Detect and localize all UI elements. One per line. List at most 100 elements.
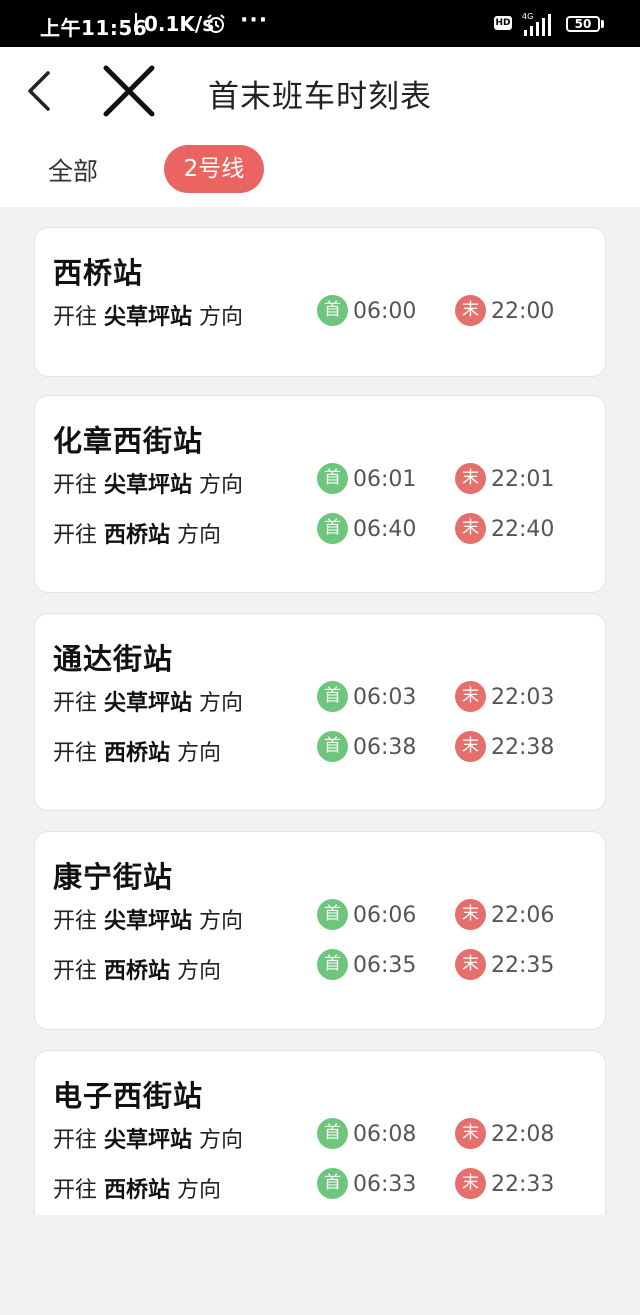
direction-row: 开往 尖草坪站 方向 首 06:03 末 22:03: [35, 679, 605, 719]
direction-destination: 尖草坪站: [104, 305, 193, 330]
station-name: 通达街站: [53, 642, 174, 676]
direction-prefix: 开往: [53, 473, 98, 498]
alarm-icon: [206, 14, 226, 38]
last-train-time: 22:08: [491, 1122, 555, 1147]
last-train-time: 22:35: [491, 953, 555, 978]
svg-text:4G: 4G: [522, 12, 533, 21]
last-train-badge: 末: [455, 681, 486, 712]
station-name: 康宁街站: [53, 860, 174, 894]
direction-text: 开往 尖草坪站 方向: [53, 1122, 243, 1154]
first-train-time: 06:33: [353, 1172, 417, 1197]
first-train-time: 06:38: [353, 735, 417, 760]
station-card: 通达街站 开往 尖草坪站 方向 首 06:03 末 22:03 开往 西桥站 方…: [34, 613, 606, 811]
direction-row: 开往 尖草坪站 方向 首 06:00 末 22:00: [35, 293, 605, 333]
status-net-speed: 0.1K/s: [144, 12, 215, 36]
status-bar: 上午11:56 0.1K/s ··· HD 4G 50: [0, 0, 640, 47]
first-train-time: 06:08: [353, 1122, 417, 1147]
direction-prefix: 开往: [53, 305, 98, 330]
station-card: 化章西街站 开往 尖草坪站 方向 首 06:01 末 22:01 开往 西桥站 …: [34, 395, 606, 593]
direction-suffix: 方向: [177, 523, 222, 548]
direction-destination: 尖草坪站: [104, 1128, 193, 1153]
station-card: 西桥站 开往 尖草坪站 方向 首 06:00 末 22:00: [34, 227, 606, 377]
page-title: 首末班车时刻表: [0, 71, 640, 116]
last-train-time: 22:06: [491, 903, 555, 928]
direction-destination: 尖草坪站: [104, 909, 193, 934]
direction-text: 开往 尖草坪站 方向: [53, 299, 243, 331]
last-train-time: 22:40: [491, 517, 555, 542]
last-train-time: 22:03: [491, 685, 555, 710]
station-list: 西桥站 开往 尖草坪站 方向 首 06:00 末 22:00 化章西街站 开往 …: [0, 207, 640, 1215]
battery-level: 50: [574, 17, 592, 31]
station-name: 西桥站: [53, 256, 144, 290]
first-train-time: 06:00: [353, 299, 417, 324]
direction-row: 开往 西桥站 方向 首 06:33 末 22:33: [35, 1166, 605, 1206]
direction-text: 开往 尖草坪站 方向: [53, 903, 243, 935]
direction-row: 开往 尖草坪站 方向 首 06:01 末 22:01: [35, 461, 605, 501]
signal-icon: 4G: [520, 10, 556, 42]
last-train-badge: 末: [455, 463, 486, 494]
first-train-badge: 首: [317, 899, 348, 930]
direction-prefix: 开往: [53, 741, 98, 766]
direction-destination: 西桥站: [104, 523, 171, 548]
tab-all[interactable]: 全部: [48, 152, 98, 188]
first-train-badge: 首: [317, 513, 348, 544]
direction-prefix: 开往: [53, 909, 98, 934]
last-train-badge: 末: [455, 1168, 486, 1199]
first-train-badge: 首: [317, 949, 348, 980]
last-train-badge: 末: [455, 1118, 486, 1149]
direction-row: 开往 西桥站 方向 首 06:38 末 22:38: [35, 729, 605, 769]
first-train-badge: 首: [317, 463, 348, 494]
last-train-badge: 末: [455, 731, 486, 762]
battery-tip: [601, 20, 604, 28]
first-train-time: 06:35: [353, 953, 417, 978]
direction-destination: 西桥站: [104, 1178, 171, 1203]
last-train-badge: 末: [455, 513, 486, 544]
direction-prefix: 开往: [53, 691, 98, 716]
station-name: 化章西街站: [53, 424, 204, 458]
direction-prefix: 开往: [53, 1128, 98, 1153]
direction-text: 开往 西桥站 方向: [53, 1172, 221, 1204]
direction-prefix: 开往: [53, 1178, 98, 1203]
direction-suffix: 方向: [177, 959, 222, 984]
hd-voice-icon: HD: [494, 16, 512, 30]
first-train-badge: 首: [317, 681, 348, 712]
direction-destination: 尖草坪站: [104, 473, 193, 498]
station-card: 康宁街站 开往 尖草坪站 方向 首 06:06 末 22:06 开往 西桥站 方…: [34, 831, 606, 1030]
status-time: 上午11:56: [40, 16, 148, 40]
direction-text: 开往 尖草坪站 方向: [53, 685, 243, 717]
first-train-time: 06:01: [353, 467, 417, 492]
direction-suffix: 方向: [177, 1178, 222, 1203]
first-train-badge: 首: [317, 295, 348, 326]
status-divider: [135, 13, 137, 35]
direction-prefix: 开往: [53, 523, 98, 548]
station-card: 电子西街站 开往 尖草坪站 方向 首 06:08 末 22:08 开往 西桥站 …: [34, 1050, 606, 1215]
direction-text: 开往 西桥站 方向: [53, 953, 221, 985]
last-train-time: 22:33: [491, 1172, 555, 1197]
direction-suffix: 方向: [199, 909, 244, 934]
direction-suffix: 方向: [199, 1128, 244, 1153]
direction-suffix: 方向: [199, 691, 244, 716]
last-train-badge: 末: [455, 295, 486, 326]
direction-row: 开往 尖草坪站 方向 首 06:06 末 22:06: [35, 897, 605, 937]
direction-suffix: 方向: [199, 305, 244, 330]
last-train-time: 22:01: [491, 467, 555, 492]
direction-row: 开往 西桥站 方向 首 06:40 末 22:40: [35, 511, 605, 551]
more-notifications-icon: ···: [240, 8, 269, 33]
direction-row: 开往 西桥站 方向 首 06:35 末 22:35: [35, 947, 605, 987]
direction-text: 开往 西桥站 方向: [53, 517, 221, 549]
app-header: 首末班车时刻表 全部 2号线: [0, 47, 640, 207]
first-train-time: 06:06: [353, 903, 417, 928]
first-train-time: 06:40: [353, 517, 417, 542]
direction-text: 开往 西桥站 方向: [53, 735, 221, 767]
first-train-badge: 首: [317, 1118, 348, 1149]
tab-line-2[interactable]: 2号线: [164, 145, 264, 193]
battery-icon: 50: [566, 16, 600, 32]
direction-suffix: 方向: [199, 473, 244, 498]
direction-destination: 西桥站: [104, 741, 171, 766]
last-train-badge: 末: [455, 899, 486, 930]
first-train-badge: 首: [317, 731, 348, 762]
direction-text: 开往 尖草坪站 方向: [53, 467, 243, 499]
last-train-time: 22:00: [491, 299, 555, 324]
direction-row: 开往 尖草坪站 方向 首 06:08 末 22:08: [35, 1116, 605, 1156]
direction-suffix: 方向: [177, 741, 222, 766]
